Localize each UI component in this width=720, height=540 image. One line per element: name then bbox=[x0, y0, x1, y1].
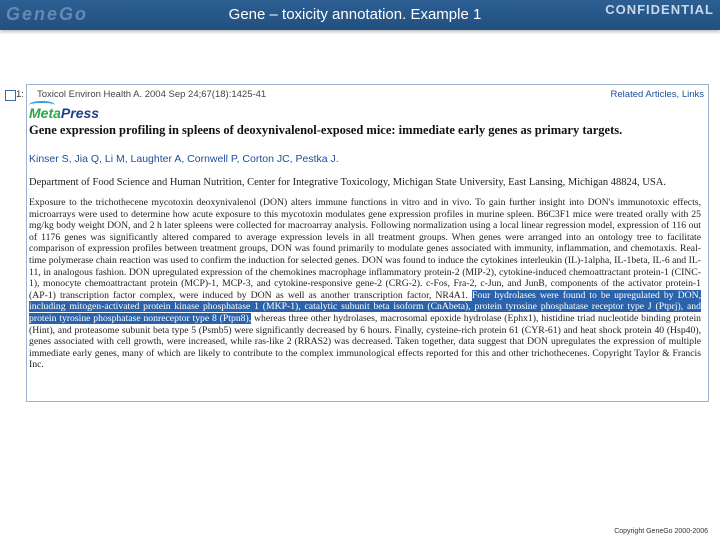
select-checkbox[interactable] bbox=[5, 90, 16, 101]
metapress-logo[interactable]: MetaPress bbox=[29, 101, 99, 123]
related-articles-link[interactable]: Related Articles, Links bbox=[611, 89, 704, 100]
confidential-label: CONFIDENTIAL bbox=[605, 2, 714, 17]
abstract-text-before: Exposure to the trichothecene mycotoxin … bbox=[29, 197, 701, 301]
abstract-text: Exposure to the trichothecene mycotoxin … bbox=[29, 197, 701, 371]
author-list[interactable]: Kinser S, Jia Q, Li M, Laughter A, Cornw… bbox=[29, 153, 339, 165]
citation-row: 1: Toxicol Environ Health A. 2004 Sep 24… bbox=[5, 88, 708, 102]
genego-logo: GeneGo bbox=[6, 4, 89, 24]
article-title: Gene expression profiling in spleens of … bbox=[29, 123, 623, 137]
swoosh-icon bbox=[29, 101, 55, 109]
slide-header: GeneGo Gene – toxicity annotation. Examp… bbox=[0, 0, 720, 30]
citation-number: 1: bbox=[16, 89, 24, 100]
footer-copyright: Copyright GeneGo 2000-2006 bbox=[614, 528, 708, 535]
abstract-frame: 1: Toxicol Environ Health A. 2004 Sep 24… bbox=[5, 84, 709, 402]
affiliation: Department of Food Science and Human Nut… bbox=[29, 177, 666, 188]
slide-title: Gene – toxicity annotation. Example 1 bbox=[228, 6, 482, 23]
citation-text: Toxicol Environ Health A. 2004 Sep 24;67… bbox=[37, 89, 267, 100]
